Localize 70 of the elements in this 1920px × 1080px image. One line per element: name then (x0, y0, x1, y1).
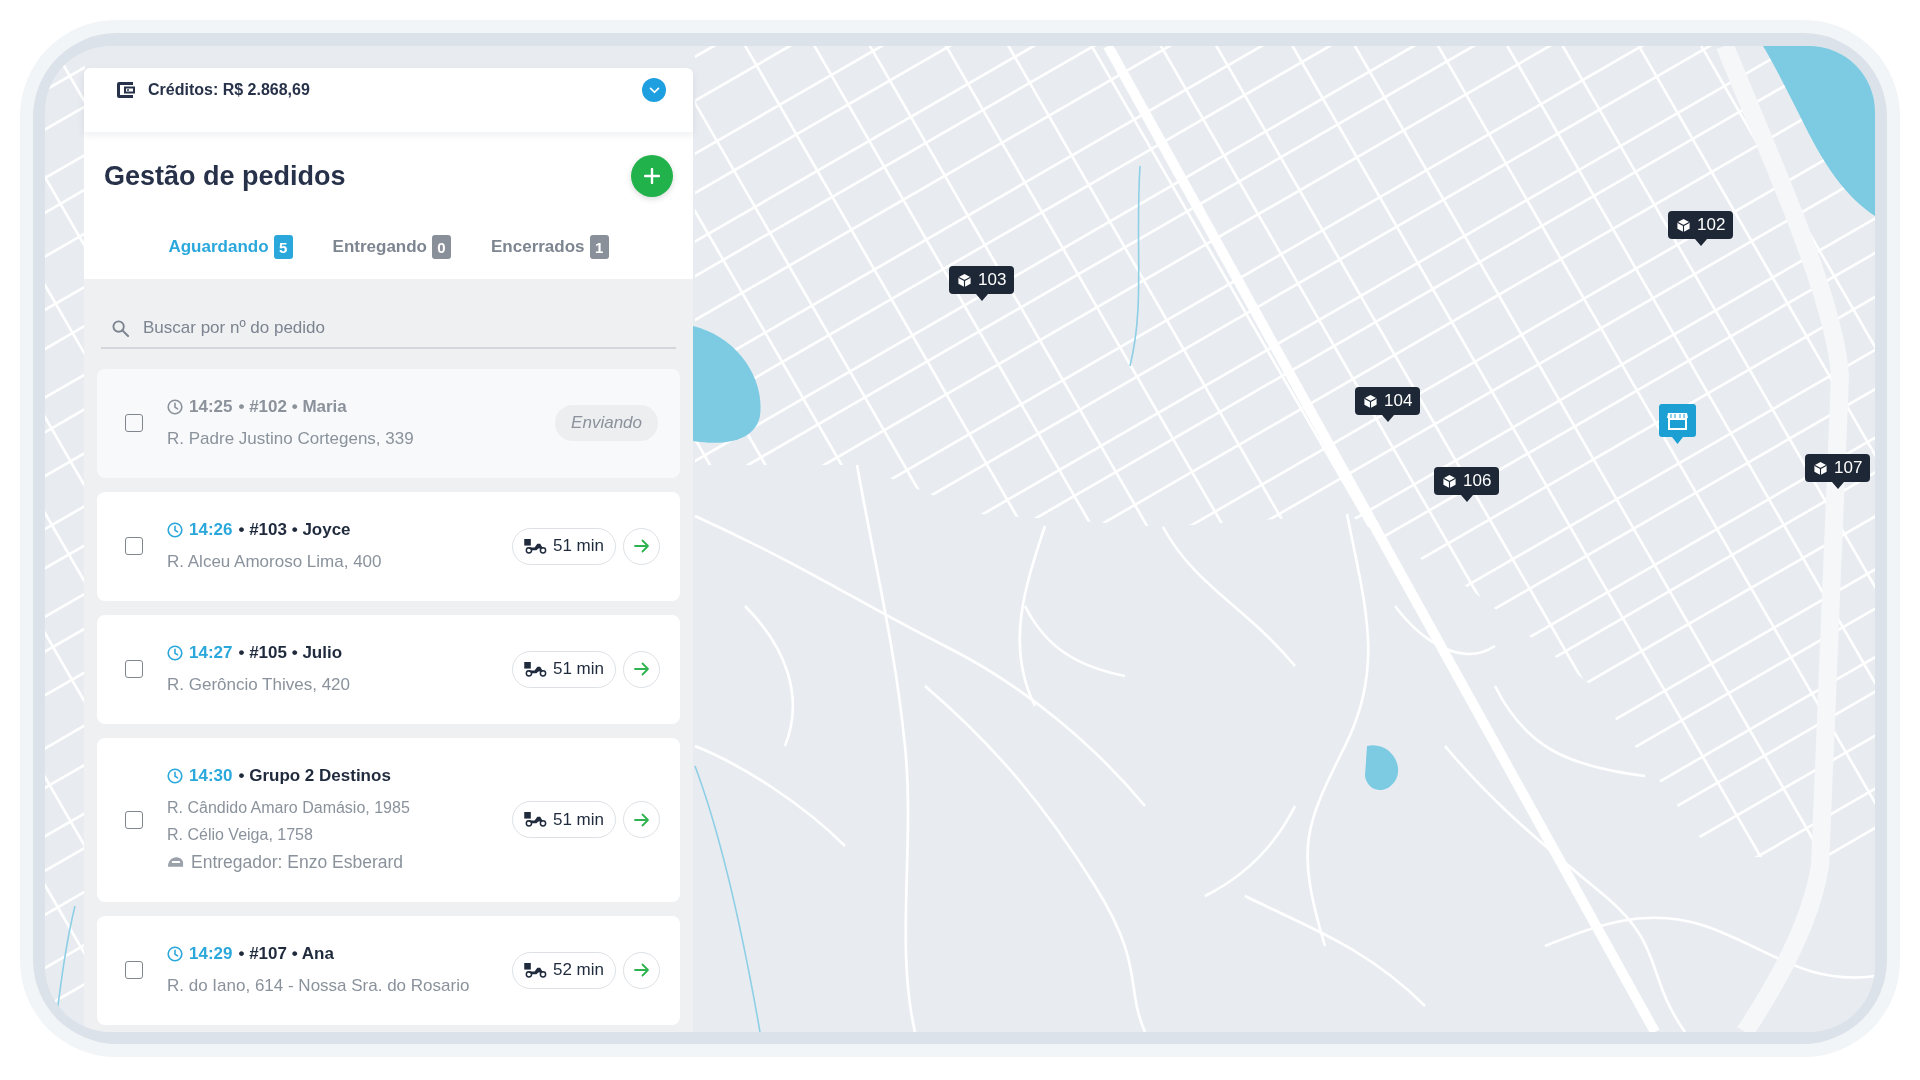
order-time: 14:26 (189, 520, 233, 540)
order-time: 14:27 (189, 643, 233, 663)
scooter-icon (523, 812, 547, 827)
order-address: R. Gerôncio Thives, 420 (167, 674, 351, 696)
order-card[interactable]: 14:27 • #105 • Julio R. Gerôncio Thives, 420 51 min (97, 615, 680, 724)
box-icon (1813, 460, 1828, 476)
order-time: 14:29 (189, 944, 233, 964)
checkbox[interactable] (125, 961, 143, 979)
expand-button[interactable] (642, 78, 666, 102)
scooter-icon (523, 962, 547, 978)
search-icon (112, 320, 129, 337)
order-address: R. do Iano, 614 - Nossa Sra. do Rosario (167, 975, 471, 997)
wallet-icon (117, 82, 135, 98)
search-field[interactable]: Buscar por nº do pedido (101, 309, 676, 349)
order-title: • #107 • Ana (238, 944, 334, 964)
order-card[interactable]: 14:26 • #103 • Joyce R. Alceu Amoroso Lima, 400 51 min (97, 492, 680, 601)
arrow-right-icon (633, 812, 650, 827)
scooter-icon (523, 538, 547, 554)
order-address: R. Cândido Amaro Damásio, 1985 (167, 798, 411, 818)
box-icon (1442, 473, 1457, 489)
courier-name: Entregador: Enzo Esberard (191, 851, 404, 873)
eta-text: 51 min (552, 809, 604, 830)
order-card[interactable]: 14:30 • Grupo 2 Destinos R. Cândido Amaro Damásio, 1985 R. Célio Veiga, 1758 Entregador: Enzo Esberard 51 min (97, 738, 680, 902)
arrow-right-icon (633, 963, 650, 977)
order-address: R. Padre Justino Cortegens, 339 (167, 428, 415, 450)
count-badge: 0 (432, 235, 451, 259)
order-card[interactable]: 14:29 • #107 • Ana R. do Iano, 614 - Nossa Sra. do Rosario 52 min (97, 916, 680, 1025)
open-order-button[interactable] (623, 801, 660, 838)
credits-balance: Créditos: R$ 2.868,69 (148, 81, 310, 99)
add-order-button[interactable] (631, 155, 673, 197)
checkbox[interactable] (125, 810, 143, 829)
open-order-button[interactable] (623, 650, 660, 688)
plus-icon (644, 168, 660, 184)
helmet-icon (167, 856, 184, 868)
count-badge: 1 (589, 235, 609, 259)
status-chip: Enviando (555, 405, 658, 441)
chevron-down-icon (648, 86, 660, 94)
page-title: Gestão de pedidos (104, 160, 346, 192)
clock-icon (167, 768, 183, 784)
checkbox[interactable] (125, 660, 143, 678)
checkbox[interactable] (125, 414, 143, 432)
clock-icon (167, 522, 183, 538)
clock-icon (167, 645, 183, 661)
count-badge: 5 (273, 235, 293, 259)
order-address: R. Célio Veiga, 1758 (167, 825, 314, 845)
eta-text: 51 min (552, 536, 604, 556)
arrow-right-icon (633, 539, 650, 553)
water-area (1365, 745, 1399, 791)
scooter-icon (523, 661, 547, 677)
order-title: • #103 • Joyce (238, 520, 351, 540)
order-title: • #105 • Julio (238, 643, 343, 663)
eta-text: 51 min (552, 659, 604, 679)
clock-icon (167, 946, 183, 962)
tab[interactable]: Encerrados 1 (491, 235, 609, 259)
tab[interactable]: Entregando 0 (332, 235, 451, 259)
order-title: • #102 • Maria (238, 397, 347, 417)
open-order-button[interactable] (623, 951, 660, 989)
arrow-right-icon (633, 662, 650, 676)
order-time: 14:25 (189, 397, 233, 417)
storefront-pin-icon[interactable] (1659, 404, 1696, 444)
checkbox[interactable] (125, 537, 143, 555)
box-icon (957, 272, 972, 288)
eta-text: 52 min (552, 960, 604, 980)
open-order-button[interactable] (623, 527, 660, 565)
box-icon (1676, 217, 1691, 233)
box-icon (1363, 393, 1378, 409)
order-title: • Grupo 2 Destinos (238, 766, 391, 786)
order-address: R. Alceu Amoroso Lima, 400 (167, 551, 383, 573)
clock-icon (167, 399, 183, 415)
order-time: 14:30 (189, 766, 233, 786)
